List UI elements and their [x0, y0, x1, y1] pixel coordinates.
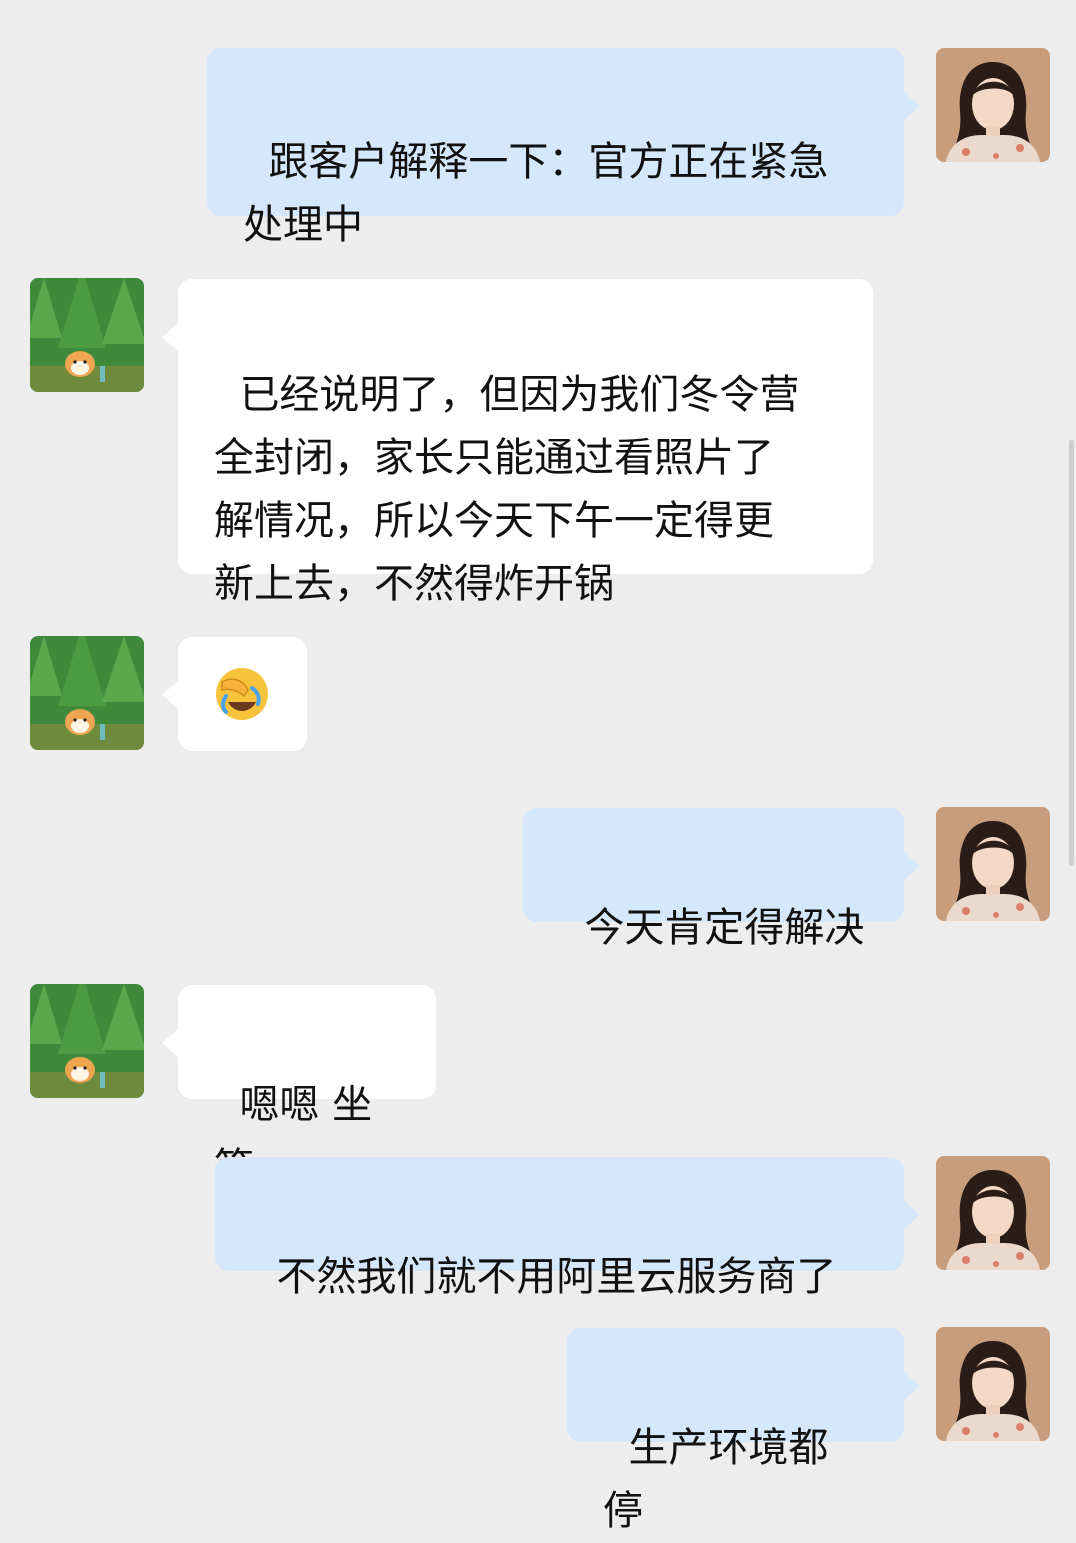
message-text: 已经说明了，但因为我们冬令营 全封闭，家长只能通过看照片了 解情况，所以今天下午… [214, 372, 800, 607]
message-bubble-self[interactable]: 跟客户解释一下：官方正在紧急 处理中 [207, 48, 920, 248]
message-bubble-other[interactable]: 已经说明了，但因为我们冬令营 全封闭，家长只能通过看照片了 解情况，所以今天下午… [162, 279, 873, 607]
self-avatar[interactable] [936, 48, 1050, 162]
message-bubble-self[interactable]: 生产环境都停 [567, 1328, 920, 1534]
message-bubble-self[interactable]: 今天肯定得解决 [523, 808, 920, 951]
message-bubble-other[interactable] [162, 637, 307, 751]
message-text: 生产环境都停 [603, 1425, 829, 1534]
self-avatar[interactable] [936, 1327, 1050, 1441]
message-text: 今天肯定得解决 [584, 905, 865, 951]
message-bubble-other[interactable]: 嗯嗯 坐等 [162, 985, 436, 1191]
self-avatar[interactable] [936, 807, 1050, 921]
face-palm-crying-laughing-icon [216, 668, 268, 720]
other-avatar[interactable] [30, 984, 144, 1098]
message-bubble-self[interactable]: 不然我们就不用阿里云服务商了 [215, 1157, 920, 1300]
scrollbar[interactable] [1069, 440, 1074, 866]
self-avatar[interactable] [936, 1156, 1050, 1270]
other-avatar[interactable] [30, 636, 144, 750]
message-text: 不然我们就不用阿里云服务商了 [276, 1254, 837, 1300]
other-avatar[interactable] [30, 278, 144, 392]
message-text: 跟客户解释一下：官方正在紧急 处理中 [243, 139, 829, 248]
